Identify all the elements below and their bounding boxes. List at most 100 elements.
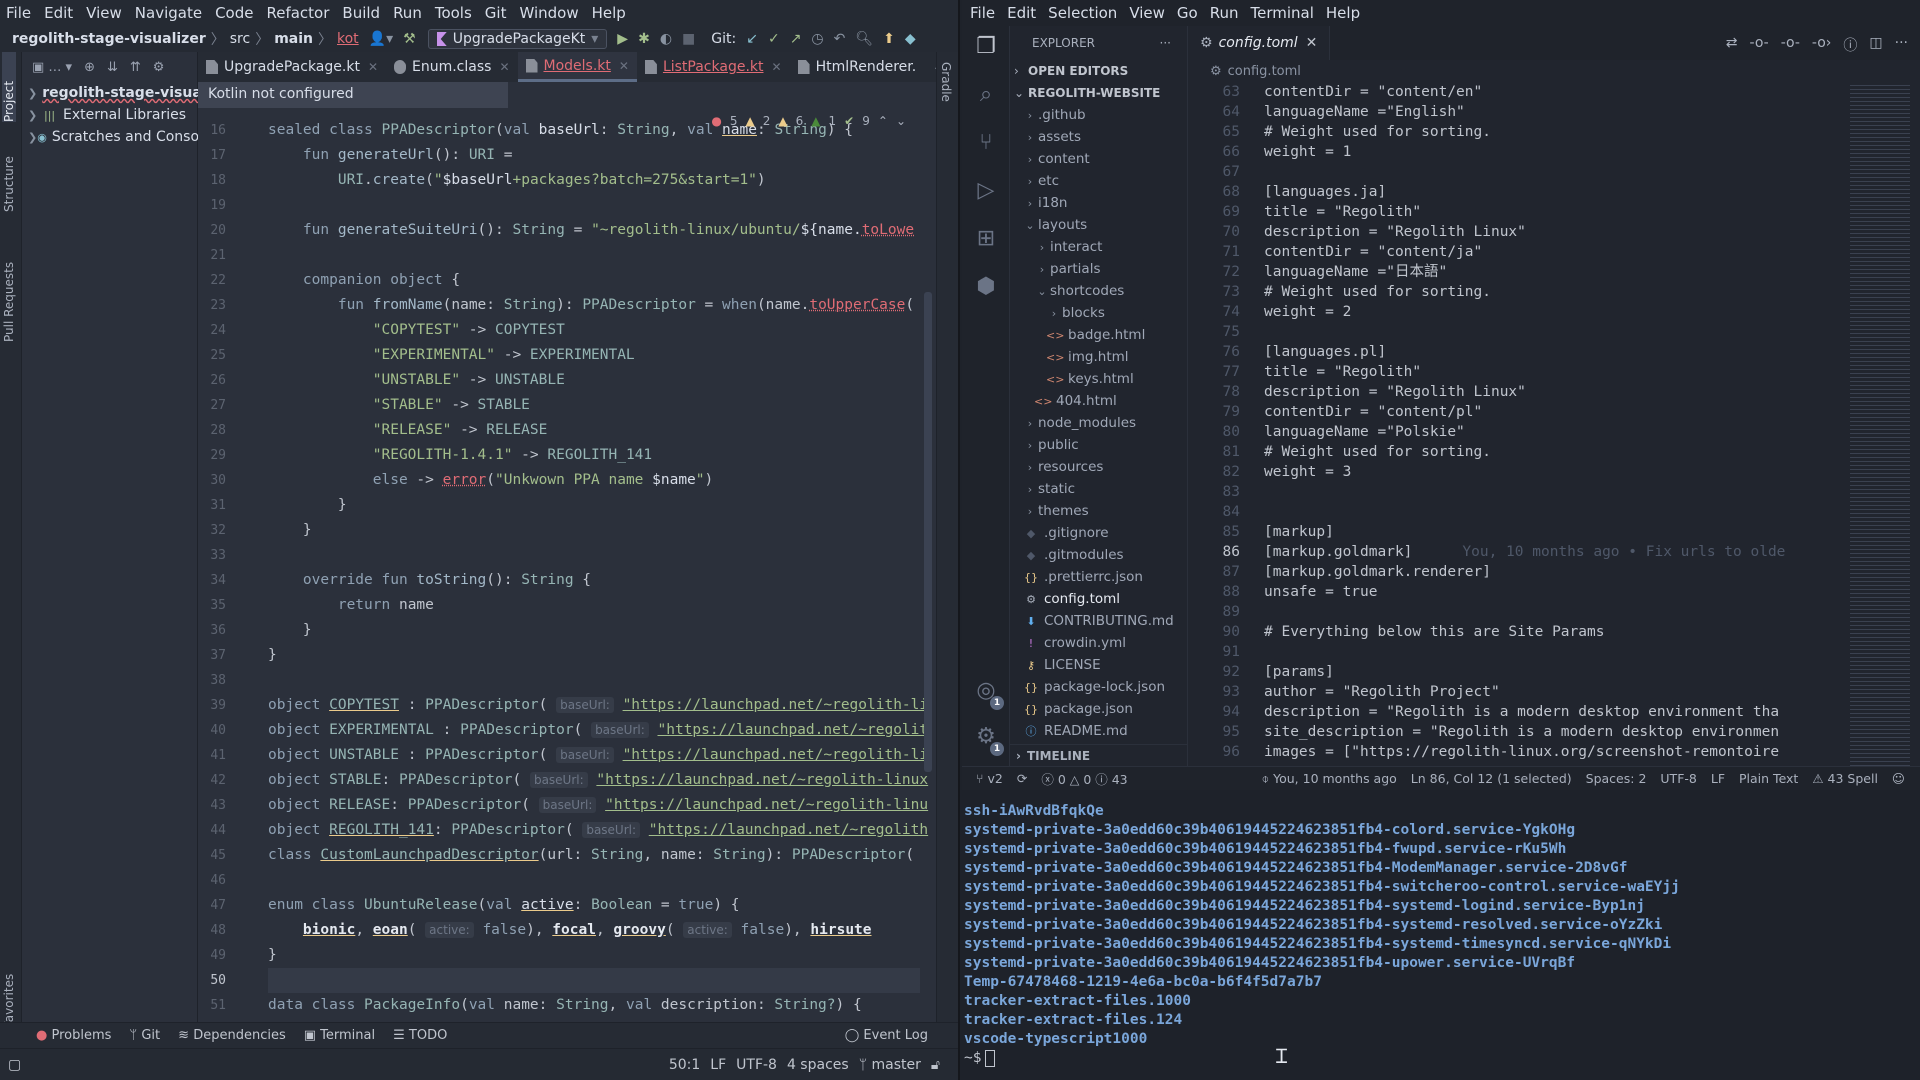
- status-problems[interactable]: ⓧ 0 △ 0 ⓘ 43: [1041, 769, 1127, 788]
- status-branch[interactable]: ᛘ master: [859, 1057, 921, 1073]
- code-line[interactable]: 90 # Everything below this are Site Param…: [1188, 622, 1840, 642]
- code-line[interactable]: 48 bionic, eoan( active: false), focal, …: [210, 918, 920, 943]
- git-update-icon[interactable]: ↙: [746, 31, 758, 47]
- code-line[interactable]: 27 "STABLE" -> STABLE: [210, 393, 920, 418]
- search-icon[interactable]: 🔍︎: [855, 31, 873, 47]
- folder-item[interactable]: › content: [1010, 148, 1187, 170]
- code-line[interactable]: 88 unsafe = true: [1188, 582, 1840, 602]
- code-line[interactable]: 36 }: [210, 618, 920, 643]
- status-encoding[interactable]: UTF-8: [1660, 771, 1696, 786]
- breadcrumb-src[interactable]: src: [230, 31, 250, 47]
- tool-event-log[interactable]: ◯ Event Log: [845, 1028, 928, 1043]
- folder-item[interactable]: › partials: [1010, 258, 1187, 280]
- git-push-icon[interactable]: ↗: [790, 31, 802, 47]
- coverage-icon[interactable]: ◐: [660, 31, 672, 47]
- vs-menu-go[interactable]: Go: [1177, 4, 1198, 22]
- git-history-icon[interactable]: ◷: [811, 31, 823, 47]
- code-line[interactable]: 35 return name: [210, 593, 920, 618]
- code-line[interactable]: 19: [210, 193, 920, 218]
- vs-code-editor[interactable]: 63 contentDir = "content/en" 64 languageNam…: [1188, 82, 1840, 766]
- code-line[interactable]: 25 "EXPERIMENTAL" -> EXPERIMENTAL: [210, 343, 920, 368]
- code-line[interactable]: 71 contentDir = "content/ja": [1188, 242, 1840, 262]
- tool-todo[interactable]: ☰ TODO: [393, 1028, 447, 1043]
- code-line[interactable]: 63 contentDir = "content/en": [1188, 82, 1840, 102]
- code-line[interactable]: 32 }: [210, 518, 920, 543]
- tree-item-module[interactable]: ❯ regolith-stage-visualizer: [22, 82, 236, 104]
- settings-gear-icon[interactable]: ⚙ 1: [972, 724, 1004, 756]
- tool-git[interactable]: ᛘ Git: [129, 1028, 160, 1043]
- source-control-icon[interactable]: ⑂: [972, 130, 1000, 158]
- code-line[interactable]: 39 object COPYTEST : PPADescriptor( baseU…: [210, 693, 928, 718]
- tabs-overflow-chevron-icon[interactable]: ⌄: [924, 52, 936, 82]
- toggle-blame-icon[interactable]: ⓘ: [1843, 35, 1857, 55]
- status-indent[interactable]: 4 spaces: [787, 1057, 849, 1073]
- close-icon[interactable]: ✕: [619, 59, 629, 73]
- lock-icon[interactable]: 🔓︎: [931, 1057, 940, 1073]
- folder-item[interactable]: › interact: [1010, 236, 1187, 258]
- tab-models[interactable]: Models.kt ✕: [517, 52, 637, 82]
- build-hammer-icon[interactable]: ⚒: [403, 31, 416, 47]
- sync-icon[interactable]: ⟳: [1017, 771, 1027, 786]
- update-icon[interactable]: ⬆: [883, 31, 895, 47]
- ij-menu-tools[interactable]: Tools: [435, 4, 472, 22]
- code-line[interactable]: 78 description = "Regolith Linux": [1188, 382, 1840, 402]
- vs-menu-selection[interactable]: Selection: [1048, 4, 1117, 22]
- tab-enum-class[interactable]: Enum.class ✕: [386, 52, 518, 82]
- tool-tab-structure[interactable]: Structure: [2, 132, 16, 212]
- code-line[interactable]: 17 fun generateUrl(): URI =: [210, 143, 920, 168]
- code-line[interactable]: 41 object UNSTABLE : PPADescriptor( baseU…: [210, 743, 928, 768]
- tab-config-toml[interactable]: ⚙ config.toml ✕: [1188, 26, 1331, 60]
- vs-menu-view[interactable]: View: [1129, 4, 1165, 22]
- expand-all-icon[interactable]: ⇊: [107, 60, 118, 75]
- explorer-icon[interactable]: ❐: [972, 34, 1000, 62]
- code-line[interactable]: 95 site_description = "Regolith is a mode…: [1188, 722, 1840, 742]
- code-line[interactable]: 38: [210, 668, 920, 693]
- ij-menu-refactor[interactable]: Refactor: [266, 4, 329, 22]
- close-icon[interactable]: ✕: [368, 60, 378, 74]
- folder-item[interactable]: › public: [1010, 434, 1187, 456]
- status-spell[interactable]: ⚠ 43 Spell: [1812, 771, 1878, 786]
- ij-menu-help[interactable]: Help: [592, 4, 626, 22]
- terminal-prompt-line[interactable]: ~$: [964, 1049, 1920, 1068]
- ij-menu-window[interactable]: Window: [519, 4, 578, 22]
- code-line[interactable]: 37}: [210, 643, 920, 668]
- collapse-all-icon[interactable]: ⇈: [130, 60, 141, 75]
- code-line[interactable]: 47 enum class UbuntuRelease(val active: B…: [210, 893, 920, 918]
- folder-item[interactable]: ⌄ shortcodes: [1010, 280, 1187, 302]
- feedback-icon[interactable]: ☺: [1892, 771, 1905, 786]
- search-icon[interactable]: ⌕: [972, 82, 1000, 110]
- file-item[interactable]: {} package.json: [1010, 698, 1187, 720]
- code-line[interactable]: 86 [markup.goldmark] You, 10 months ago • …: [1188, 542, 1840, 562]
- code-line[interactable]: 26 "UNSTABLE" -> UNSTABLE: [210, 368, 920, 393]
- folder-item[interactable]: ⌄ layouts: [1010, 214, 1187, 236]
- folder-item[interactable]: › i18n: [1010, 192, 1187, 214]
- inspection-widget[interactable]: ● 5 ▲ 2 ▲ 6 ▲ 1 ✔ 9 ⌃ ⌄: [711, 114, 906, 128]
- ij-menu-run[interactable]: Run: [393, 4, 422, 22]
- code-line[interactable]: 49}: [210, 943, 920, 968]
- folder-item[interactable]: › themes: [1010, 500, 1187, 522]
- stop-icon[interactable]: ■: [682, 31, 695, 47]
- code-line[interactable]: 22 companion object {: [210, 268, 920, 293]
- status-blame[interactable]: ⌽ You, 10 months ago: [1262, 771, 1397, 787]
- code-line[interactable]: 81 # Weight used for sorting.: [1188, 442, 1840, 462]
- file-item[interactable]: ◆ .gitmodules: [1010, 544, 1187, 566]
- run-icon[interactable]: ▶: [617, 31, 628, 47]
- project-view-select[interactable]: ▣ … ▾: [32, 60, 72, 75]
- close-icon[interactable]: ✕: [499, 60, 509, 74]
- file-item[interactable]: ⚙ config.toml: [1010, 588, 1187, 610]
- user-icon[interactable]: 👤▾: [369, 31, 393, 47]
- breadcrumb-project[interactable]: regolith-stage-visualizer: [12, 31, 206, 47]
- code-line[interactable]: 70 description = "Regolith Linux": [1188, 222, 1840, 242]
- code-line[interactable]: 50: [210, 968, 920, 993]
- git-commit-next-icon[interactable]: -o›: [1812, 35, 1831, 55]
- code-line[interactable]: 93 author = "Regolith Project": [1188, 682, 1840, 702]
- code-line[interactable]: 31 }: [210, 493, 920, 518]
- folder-item[interactable]: › resources: [1010, 456, 1187, 478]
- code-line[interactable]: 79 contentDir = "content/pl": [1188, 402, 1840, 422]
- code-line[interactable]: 65 # Weight used for sorting.: [1188, 122, 1840, 142]
- git-commit-prev-icon[interactable]: -o-: [1750, 35, 1769, 55]
- code-line[interactable]: 64 languageName ="English": [1188, 102, 1840, 122]
- code-line[interactable]: 74 weight = 2: [1188, 302, 1840, 322]
- code-line[interactable]: 89: [1188, 602, 1840, 622]
- code-line[interactable]: 77 title = "Regolith": [1188, 362, 1840, 382]
